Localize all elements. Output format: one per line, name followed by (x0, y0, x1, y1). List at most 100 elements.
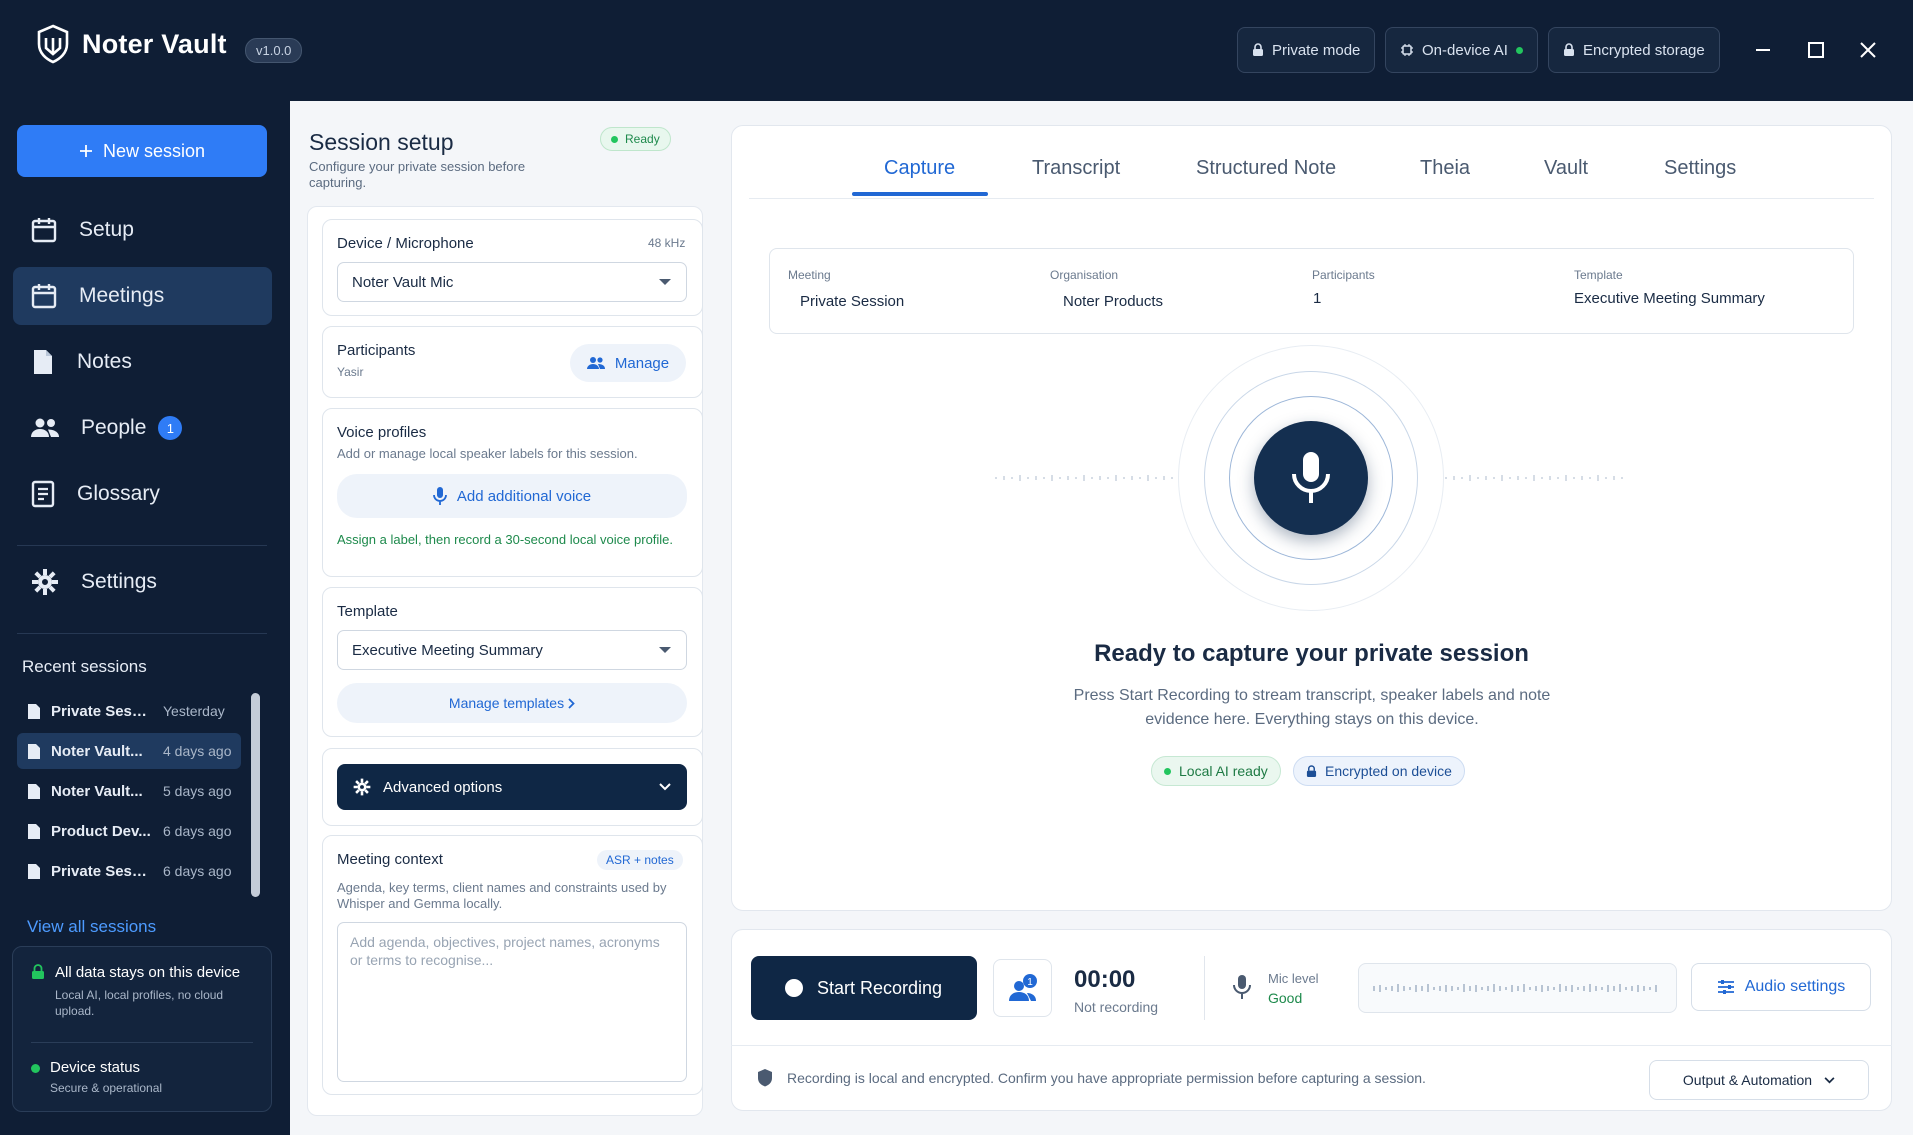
manage-label: Manage (614, 354, 670, 372)
status-dot (31, 1064, 40, 1073)
audio-level-meter (1358, 963, 1677, 1013)
voice-hint: Assign a label, then record a 30-second … (337, 532, 674, 547)
tab-theia[interactable]: Theia (1420, 157, 1470, 180)
advanced-options-button[interactable]: Advanced options (337, 764, 687, 810)
recent-sessions-title: Recent sessions (22, 657, 147, 676)
sidebar-item-people[interactable]: People 1 (13, 399, 272, 457)
speaker-person-icon: 1 (1008, 974, 1037, 1001)
maximize-button[interactable] (1796, 30, 1836, 70)
lock-icon (1253, 43, 1263, 56)
recording-status: Not recording (1074, 999, 1159, 1015)
mic-level-icon (1233, 975, 1251, 999)
mic-level-label: Mic level (1268, 971, 1319, 986)
waveform-left (995, 475, 1173, 481)
audio-settings-button[interactable]: Audio settings (1691, 963, 1871, 1011)
sidebar-item-glossary[interactable]: Glossary (13, 465, 272, 523)
encrypted-storage-pill[interactable]: Encrypted storage (1548, 27, 1720, 73)
capture-heading: Ready to capture your private session (1094, 640, 1529, 667)
chevron-down-icon (659, 783, 671, 791)
speaker-labels-button[interactable]: 1 (993, 959, 1052, 1017)
recent-session-time: Yesterday (163, 703, 225, 719)
recent-session-item[interactable]: Product Dev... 6 days ago (17, 813, 241, 849)
sidebar-item-settings[interactable]: Settings (13, 553, 272, 611)
document-icon (28, 743, 40, 759)
recording-notice: Recording is local and encrypted. Confir… (757, 1068, 1426, 1087)
ai-status-dot (1515, 46, 1523, 54)
bar-divider (731, 1045, 1892, 1046)
tab-structured-note[interactable]: Structured Note (1196, 157, 1336, 180)
chevron-right-icon (568, 697, 575, 709)
status-badge-label: Ready (625, 132, 660, 146)
add-voice-button[interactable]: Add additional voice (337, 474, 687, 518)
meeting-context-input[interactable]: Add agenda, objectives, project names, a… (337, 922, 687, 1082)
output-automation-button[interactable]: Output & Automation (1649, 1060, 1869, 1100)
meta-meeting-value: Private Session (800, 293, 905, 310)
mic-button[interactable] (1254, 421, 1368, 535)
setup-subtitle: Configure your private session before ca… (309, 159, 526, 190)
recent-session-item[interactable]: Noter Vault... 5 days ago (17, 773, 241, 809)
recent-session-name: Private Sessi... (51, 862, 153, 880)
bar-divider (1204, 956, 1205, 1020)
recent-session-time: 6 days ago (163, 863, 232, 879)
document-icon (28, 863, 40, 879)
start-recording-label[interactable]: Start Recording (817, 978, 942, 999)
device-status-title: Device status (50, 1059, 141, 1076)
recent-session-name: Product Dev... (51, 822, 151, 840)
meta-template-value: Executive Meeting Summary (1574, 290, 1765, 307)
meta-participants-label: Participants (1312, 268, 1375, 282)
encrypted-on-device-chip: Encrypted on device (1293, 756, 1465, 786)
tab-transcript[interactable]: Transcript (1032, 157, 1120, 180)
device-status-subtitle: Secure & operational (50, 1081, 163, 1095)
calendar-icon (31, 284, 57, 309)
manage-templates-button[interactable]: Manage templates (337, 683, 687, 723)
status-dot (611, 135, 618, 143)
meta-organisation-label: Organisation (1050, 268, 1119, 282)
chip-label: Encrypted on device (1325, 763, 1452, 779)
pill-label: On-device AI (1422, 41, 1508, 59)
gear-icon (32, 569, 58, 595)
tab-capture[interactable]: Capture (884, 157, 955, 180)
sidebar-item-notes[interactable]: Notes (13, 333, 272, 391)
audio-settings-label: Audio settings (1744, 978, 1846, 995)
on-device-ai-pill[interactable]: On-device AI (1385, 27, 1538, 73)
sidebar-item-label: Notes (77, 350, 132, 373)
advanced-options-label: Advanced options (383, 778, 503, 796)
close-button[interactable] (1848, 30, 1888, 70)
template-select[interactable]: Executive Meeting Summary (337, 630, 687, 670)
recent-session-item[interactable]: Private Sessio... Yesterday (17, 693, 241, 729)
recent-session-time: 4 days ago (163, 743, 232, 759)
sidebar-item-label: Glossary (77, 482, 160, 505)
chip-label: Local AI ready (1179, 763, 1268, 779)
sidebar-item-setup[interactable]: Setup (13, 201, 272, 259)
recent-sessions-scrollbar[interactable] (251, 693, 260, 897)
calendar-icon (31, 218, 57, 243)
sliders-icon (1717, 980, 1734, 994)
template-value: Executive Meeting Summary (352, 641, 543, 659)
tab-vault[interactable]: Vault (1544, 157, 1588, 180)
meeting-context-desc: Agenda, key terms, client names and cons… (337, 880, 667, 911)
recording-notice-text: Recording is local and encrypted. Confir… (787, 1069, 1426, 1086)
minimize-button[interactable] (1743, 30, 1783, 70)
start-recording-button[interactable]: Start Recording (751, 956, 977, 1020)
status-dot (1164, 767, 1171, 775)
lock-icon (1564, 43, 1574, 56)
sidebar-item-label: Settings (81, 570, 157, 593)
view-all-sessions-link[interactable]: View all sessions (27, 917, 156, 937)
chip-icon (1401, 44, 1413, 56)
microphone-select[interactable]: Noter Vault Mic (337, 262, 687, 302)
recent-session-item[interactable]: Noter Vault... 4 days ago (17, 733, 241, 769)
gear-icon (353, 778, 371, 796)
document-icon (34, 350, 52, 374)
chevron-down-icon (659, 279, 671, 285)
voice-profiles-desc: Add or manage local speaker labels for t… (337, 446, 638, 461)
recording-timer: 00:00 (1074, 966, 1136, 993)
recent-session-time: 5 days ago (163, 783, 232, 799)
private-mode-pill[interactable]: Private mode (1237, 27, 1376, 73)
sidebar-item-meetings[interactable]: Meetings (13, 267, 272, 325)
document-icon (28, 823, 40, 839)
new-session-button[interactable]: New session (17, 125, 267, 177)
tab-settings[interactable]: Settings (1664, 157, 1736, 180)
recent-session-item[interactable]: Private Sessi... 6 days ago (17, 853, 241, 889)
privacy-subtitle: Local AI, local profiles, no cloud uploa… (55, 988, 224, 1018)
manage-participants-button[interactable]: Manage (570, 344, 686, 382)
